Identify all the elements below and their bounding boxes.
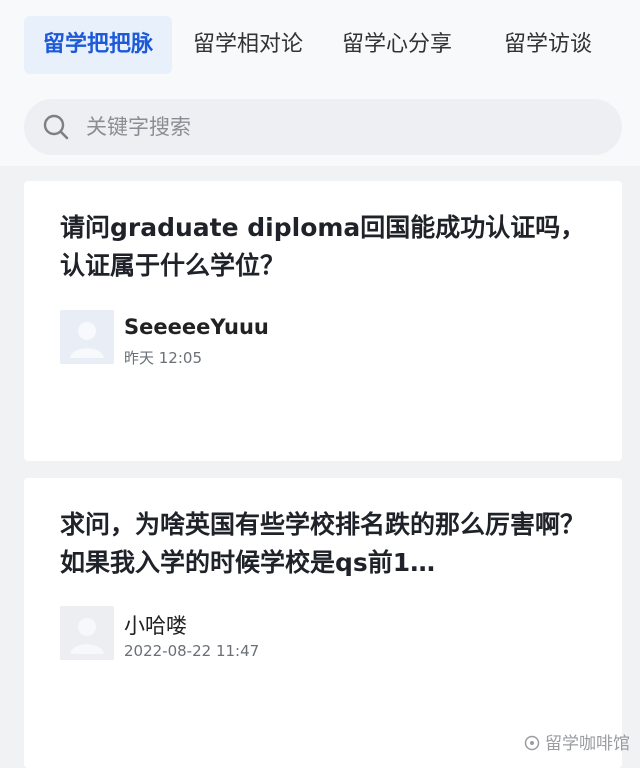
- post-title[interactable]: 请问graduate diploma回国能成功认证吗，认证属于什么学位？: [60, 209, 600, 285]
- tab-bar: 留学把把脉 留学相对论 留学心分享 留学访谈: [0, 16, 640, 76]
- tab-liuxue-fangtan[interactable]: 留学访谈: [490, 16, 606, 74]
- tab-liuxue-xinfenxiang[interactable]: 留学心分享: [328, 16, 466, 74]
- post-title[interactable]: 求问，为啥英国有些学校排名跌的那么厉害啊？如果我入学的时候学校是qs前1…: [60, 506, 600, 582]
- avatar[interactable]: [60, 310, 114, 364]
- header-area: 留学把把脉 留学相对论 留学心分享 留学访谈: [0, 0, 640, 166]
- user-avatar-icon: [60, 606, 114, 660]
- search-icon: [43, 114, 69, 140]
- post-time: 2022-08-22 11:47: [124, 642, 260, 660]
- tab-liuxue-xiangduilun[interactable]: 留学相对论: [180, 16, 316, 74]
- author-name[interactable]: SeeeeeYuuu: [124, 315, 269, 339]
- watermark: 留学咖啡馆: [524, 729, 630, 754]
- post-card[interactable]: 请问graduate diploma回国能成功认证吗，认证属于什么学位？ See…: [24, 181, 622, 461]
- tab-liuxue-babamai[interactable]: 留学把把脉: [24, 16, 172, 74]
- watermark-logo-icon: [524, 735, 539, 751]
- post-time: 昨天 12:05: [124, 349, 202, 367]
- watermark-text: 留学咖啡馆: [545, 734, 630, 754]
- author-name[interactable]: 小哈喽: [124, 610, 187, 640]
- post-card[interactable]: 求问，为啥英国有些学校排名跌的那么厉害啊？如果我入学的时候学校是qs前1… 小哈…: [24, 478, 622, 768]
- search-bar[interactable]: [24, 99, 622, 155]
- search-input[interactable]: [86, 99, 586, 155]
- avatar[interactable]: [60, 606, 114, 660]
- user-avatar-icon: [60, 310, 114, 364]
